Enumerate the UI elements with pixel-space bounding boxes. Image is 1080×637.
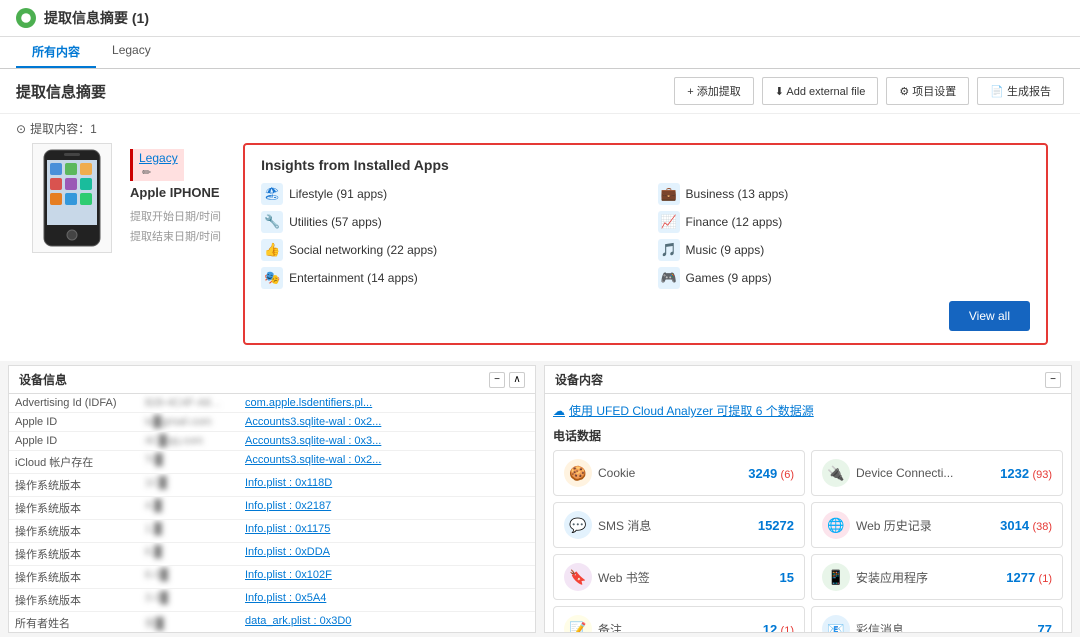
toolbar: 提取信息摘要 + 添加提取 ⬇ Add external file ⚙ 项目设置…	[0, 69, 1080, 114]
insights-grid: 🏖 Lifestyle (91 apps) 💼 Business (13 app…	[261, 183, 1030, 289]
edit-tag-icon[interactable]	[139, 165, 151, 179]
utilities-icon: 🔧	[261, 211, 283, 233]
data-card-sms[interactable]: 💬 SMS 消息 15272	[553, 502, 805, 548]
insight-utilities: 🔧 Utilities (57 apps)	[261, 211, 633, 233]
table-row: 操作系统版本 6.█ Info.plist : 0xDDA	[9, 543, 535, 566]
social-icon: 👍	[261, 239, 283, 261]
device-name: Apple IPHONE	[130, 185, 221, 200]
tab-all-content[interactable]: 所有内容	[16, 37, 96, 68]
table-row: Advertising Id (IDFA) 828-4C4F-A6... com…	[9, 394, 535, 413]
toolbar-buttons: + 添加提取 ⬇ Add external file ⚙ 项目设置 📄 生成报告	[674, 77, 1064, 105]
table-row: 操作系统版本 1C█ Info.plist : 0x118D	[9, 474, 535, 497]
device-end-date: 提取结束日期/时间	[130, 228, 221, 248]
tab-bar: 所有内容 Legacy	[0, 37, 1080, 69]
device-info-table: Advertising Id (IDFA) 828-4C4F-A6... com…	[9, 394, 535, 632]
page-title: 提取信息摘要 (1)	[44, 8, 149, 28]
insights-title: Insights from Installed Apps	[261, 157, 1030, 173]
panel-controls: − ∧	[489, 372, 525, 388]
insight-games: 🎮 Games (9 apps)	[658, 267, 1030, 289]
insight-music-label: Music (9 apps)	[686, 243, 765, 257]
table-row: Apple ID tx█gmail.com Accounts3.sqlite-w…	[9, 413, 535, 432]
insight-entertainment-label: Entertainment (14 apps)	[289, 271, 418, 285]
device-content-panel-header: 设备内容 −	[545, 366, 1071, 394]
business-icon: 💼	[658, 183, 680, 205]
device-content-panel-title: 设备内容	[555, 371, 603, 388]
device-start-date: 提取开始日期/时间	[130, 208, 221, 228]
add-extraction-button[interactable]: + 添加提取	[674, 77, 753, 105]
device-info-card: Legacy Apple IPHONE 提取开始日期/时间 提取结束日期/时间	[124, 143, 227, 254]
sms-icon: 💬	[564, 511, 592, 539]
extraction-header: ⊙ 提取内容：1	[16, 114, 1064, 143]
table-row: 操作系统版本 4.█ Info.plist : 0x2187	[9, 497, 535, 520]
data-card-notes[interactable]: 📝 备注 12 (1)	[553, 606, 805, 632]
data-card-web-history[interactable]: 🌐 Web 历史记录 3014 (38)	[811, 502, 1063, 548]
music-icon: 🎵	[658, 239, 680, 261]
insight-business-label: Business (13 apps)	[686, 187, 789, 201]
main-content-area: Legacy Apple IPHONE 提取开始日期/时间 提取结束日期/时间 …	[16, 143, 1064, 353]
insight-entertainment: 🎭 Entertainment (14 apps)	[261, 267, 633, 289]
cloud-analyzer-link[interactable]: ☁ 使用 UFED Cloud Analyzer 可提取 6 个数据源	[553, 402, 1063, 419]
device-card: Legacy Apple IPHONE 提取开始日期/时间 提取结束日期/时间	[32, 143, 227, 345]
insight-business: 💼 Business (13 apps)	[658, 183, 1030, 205]
device-info-panel-header: 设备信息 − ∧	[9, 366, 535, 394]
insight-social: 👍 Social networking (22 apps)	[261, 239, 633, 261]
insight-finance: 📈 Finance (12 apps)	[658, 211, 1030, 233]
view-all-button[interactable]: View all	[949, 301, 1030, 331]
device-connection-icon: 🔌	[822, 459, 850, 487]
add-external-file-button[interactable]: ⬇ Add external file	[762, 77, 879, 105]
games-icon: 🎮	[658, 267, 680, 289]
table-row: 操作系统版本 3.0█ Info.plist : 0x5A4	[9, 589, 535, 612]
insight-lifestyle: 🏖 Lifestyle (91 apps)	[261, 183, 633, 205]
notes-icon: 📝	[564, 615, 592, 632]
phone-data-subtitle: 电话数据	[553, 427, 1063, 444]
device-image	[32, 143, 112, 253]
tab-legacy[interactable]: Legacy	[96, 37, 167, 68]
project-settings-button[interactable]: ⚙ 项目设置	[886, 77, 969, 105]
panel-chevron-button[interactable]: ∧	[509, 372, 525, 388]
content-panel-body: ☁ 使用 UFED Cloud Analyzer 可提取 6 个数据源 电话数据…	[545, 394, 1071, 632]
insight-games-label: Games (9 apps)	[686, 271, 772, 285]
finance-icon: 📈	[658, 211, 680, 233]
cloud-icon: ☁	[553, 404, 565, 418]
data-card-installed-apps[interactable]: 📱 安装应用程序 1277 (1)	[811, 554, 1063, 600]
table-row: 操作系统版本 6.0█ Info.plist : 0x102F	[9, 566, 535, 589]
insight-lifestyle-label: Lifestyle (91 apps)	[289, 187, 387, 201]
chevron-down-icon: ⊙	[16, 122, 26, 136]
generate-report-button[interactable]: 📄 生成报告	[977, 77, 1064, 105]
extraction-section: ⊙ 提取内容：1	[0, 114, 1080, 361]
content-panel-controls: −	[1045, 372, 1061, 388]
extraction-count: 提取内容：1	[30, 120, 97, 137]
app-header: 提取信息摘要 (1)	[0, 0, 1080, 37]
table-row: 所有者姓名 何█ data_ark.plist : 0x3D0	[9, 612, 535, 632]
content-panel-minus-button[interactable]: −	[1045, 372, 1061, 388]
mms-icon: 📧	[822, 615, 850, 632]
web-history-icon: 🌐	[822, 511, 850, 539]
entertainment-icon: 🎭	[261, 267, 283, 289]
data-card-mms[interactable]: 📧 彩信消息 77	[811, 606, 1063, 632]
device-info-panel: 设备信息 − ∧ Advertising Id (IDFA) 828-4C4F-…	[8, 365, 536, 633]
insight-finance-label: Finance (12 apps)	[686, 215, 783, 229]
data-cards-grid: 🍪 Cookie 3249 (6) 🔌 Device Connecti...	[553, 450, 1063, 632]
device-content-panel: 设备内容 − ☁ 使用 UFED Cloud Analyzer 可提取 6 个数…	[544, 365, 1072, 633]
lifestyle-icon: 🏖	[261, 183, 283, 205]
data-card-web-bookmarks[interactable]: 🔖 Web 书签 15	[553, 554, 805, 600]
insight-music: 🎵 Music (9 apps)	[658, 239, 1030, 261]
table-row: Apple ID 4C█qq.com Accounts3.sqlite-wal …	[9, 432, 535, 451]
web-bookmark-icon: 🔖	[564, 563, 592, 591]
toolbar-title: 提取信息摘要	[16, 81, 106, 102]
data-card-cookie[interactable]: 🍪 Cookie 3249 (6)	[553, 450, 805, 496]
device-tag-link[interactable]: Legacy	[139, 151, 178, 165]
table-row: 操作系统版本 1.█ Info.plist : 0x1175	[9, 520, 535, 543]
bottom-panels: 设备信息 − ∧ Advertising Id (IDFA) 828-4C4F-…	[0, 361, 1080, 637]
insight-social-label: Social networking (22 apps)	[289, 243, 437, 257]
insights-panel: Insights from Installed Apps 🏖 Lifestyle…	[243, 143, 1048, 345]
table-row: iCloud 帐户存在 Tr█ Accounts3.sqlite-wal : 0…	[9, 451, 535, 474]
header-icon	[16, 8, 36, 28]
device-info-panel-title: 设备信息	[19, 371, 67, 388]
data-card-device-connections[interactable]: 🔌 Device Connecti... 1232 (93)	[811, 450, 1063, 496]
panel-minus-button[interactable]: −	[489, 372, 505, 388]
installed-apps-icon: 📱	[822, 563, 850, 591]
cookie-icon: 🍪	[564, 459, 592, 487]
insight-utilities-label: Utilities (57 apps)	[289, 215, 382, 229]
